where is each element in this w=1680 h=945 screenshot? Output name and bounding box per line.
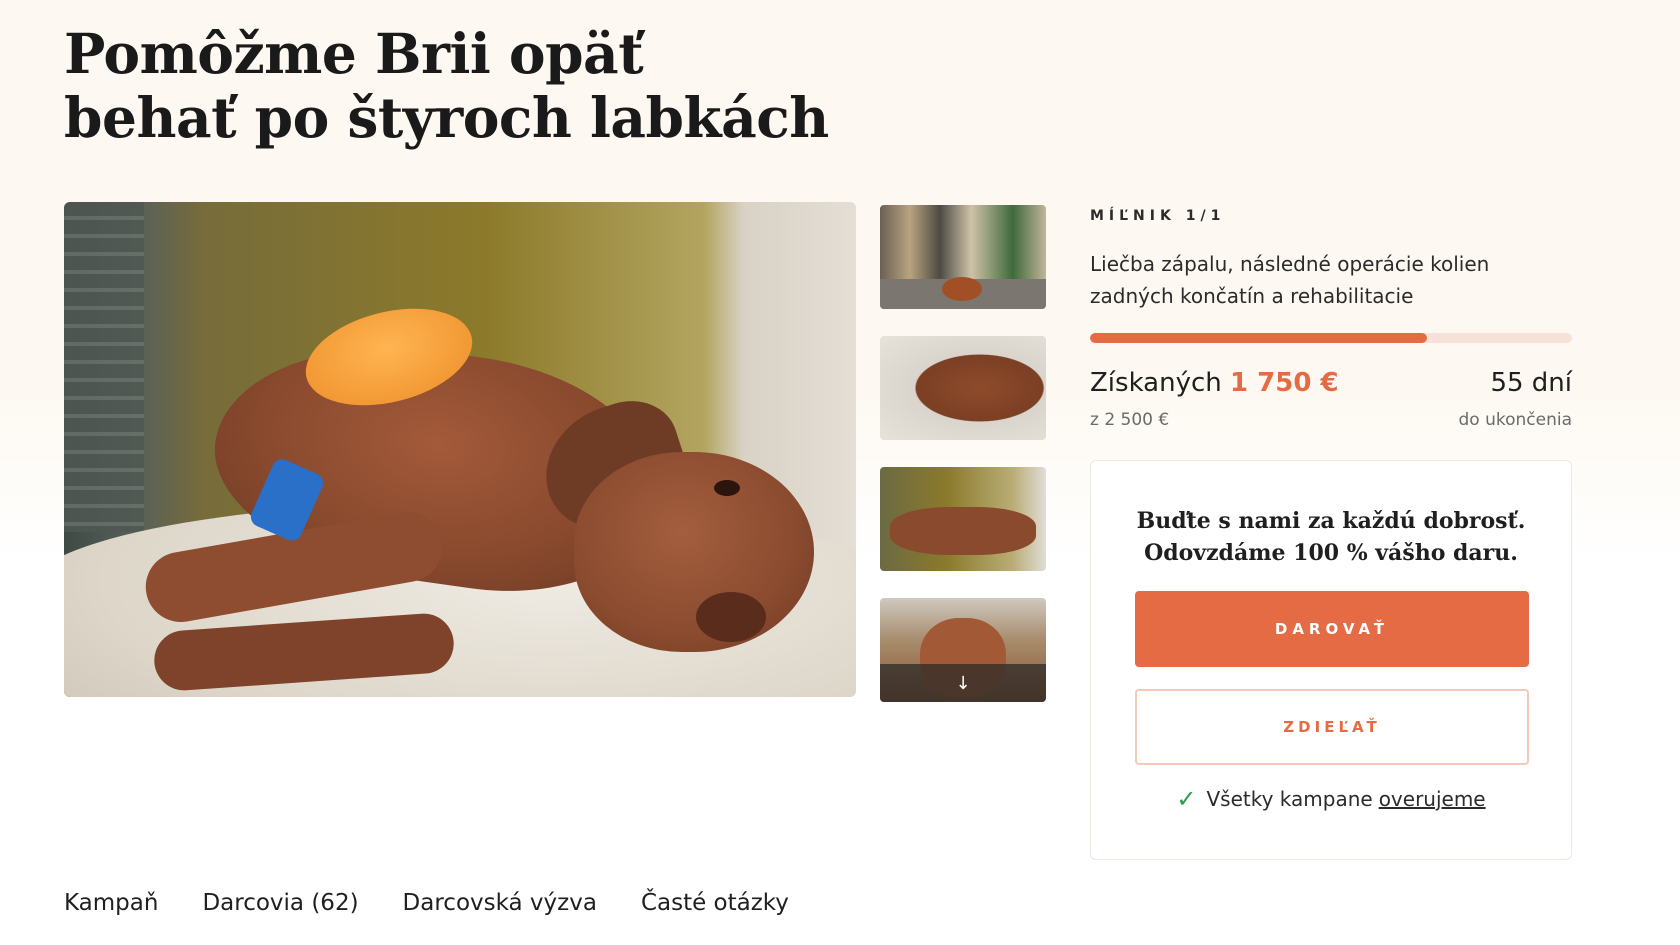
- funding-progress-fill: [1090, 333, 1428, 343]
- gallery-scroll-down-button[interactable]: ↓: [880, 664, 1046, 702]
- thumbnail-dog: [942, 277, 982, 301]
- tab-campaign[interactable]: Kampaň: [64, 890, 158, 916]
- raised-label: Získaných: [1090, 368, 1222, 398]
- tab-faq[interactable]: Časté otázky: [641, 890, 789, 916]
- check-icon: ✓: [1176, 785, 1197, 813]
- raised-summary: Získaných 1 750 €: [1090, 368, 1339, 398]
- arrow-down-icon: ↓: [955, 672, 971, 694]
- photo-dog-head: [574, 452, 814, 652]
- tab-donors[interactable]: Darcovia (62): [202, 890, 358, 916]
- share-button[interactable]: ZDIEĽAŤ: [1135, 689, 1529, 765]
- milestone-label: MÍĽNIK 1/1: [1090, 208, 1226, 224]
- campaign-title: Pomôžme Brii opäť behať po štyroch labká…: [64, 22, 829, 150]
- photo-dog-nose: [696, 592, 766, 642]
- campaign-title-line2: behať po štyroch labkách: [64, 85, 829, 150]
- gallery-thumbnail-2[interactable]: [880, 336, 1046, 440]
- milestone-description: Liečba zápalu, následné operácie kolien …: [1090, 252, 1490, 308]
- photo-dog-eye: [714, 480, 740, 496]
- verification-note: ✓ Všetky kampane overujeme: [1091, 785, 1571, 813]
- donation-card-heading-line2: Odovzdáme 100 % vášho daru.: [1144, 540, 1518, 566]
- photo-background-shelf: [64, 202, 144, 532]
- verification-text: Všetky kampane: [1206, 787, 1373, 811]
- days-remaining: 55 dní: [1490, 368, 1572, 398]
- donate-button[interactable]: DAROVAŤ: [1135, 591, 1529, 667]
- campaign-tabs: Kampaň Darcovia (62) Darcovská výzva Čas…: [64, 890, 789, 916]
- raised-amount: 1 750 €: [1230, 368, 1339, 398]
- campaign-title-line1: Pomôžme Brii opäť: [64, 21, 644, 86]
- verification-link[interactable]: overujeme: [1379, 787, 1486, 811]
- days-remaining-label: do ukončenia: [1458, 410, 1572, 430]
- donation-card-heading: Buďte s nami za každú dobrosť. Odovzdáme…: [1091, 505, 1571, 569]
- tab-donor-challenge[interactable]: Darcovská výzva: [403, 890, 597, 916]
- donation-card: Buďte s nami za každú dobrosť. Odovzdáme…: [1090, 460, 1572, 860]
- gallery-thumbnail-4[interactable]: ↓: [880, 598, 1046, 702]
- gallery-thumbnail-3[interactable]: [880, 467, 1046, 571]
- goal-amount: z 2 500 €: [1090, 410, 1170, 430]
- gallery-thumbnail-1[interactable]: [880, 205, 1046, 309]
- donation-card-heading-line1: Buďte s nami za každú dobrosť.: [1136, 508, 1526, 534]
- funding-progress-bar: [1090, 333, 1572, 343]
- main-photo[interactable]: [64, 202, 856, 697]
